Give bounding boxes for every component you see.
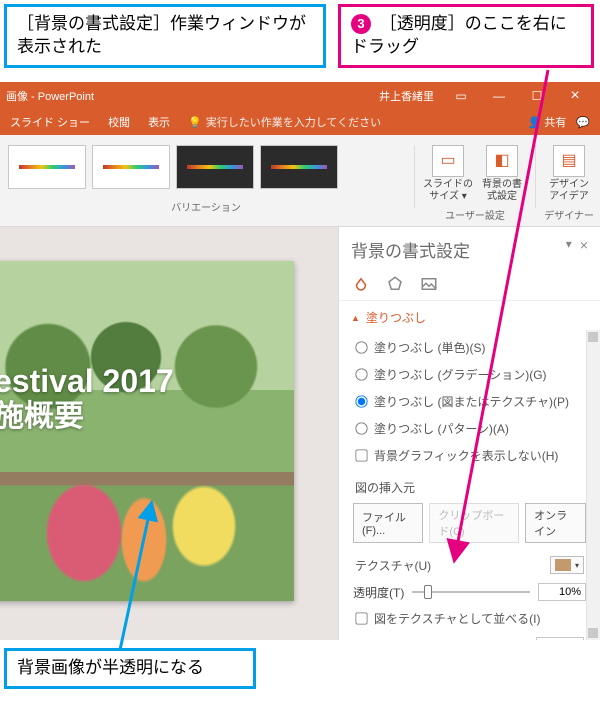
slide-size-button[interactable]: ▭ スライドの サイズ ▾ xyxy=(421,141,475,203)
design-ideas-button[interactable]: ▤ デザイン アイデア xyxy=(542,141,596,203)
minimize-button[interactable]: ― xyxy=(480,83,518,109)
slide-title[interactable]: estival 2017 施概要 xyxy=(0,363,174,434)
group-label-variations: バリエーション xyxy=(8,199,404,214)
transparency-slider[interactable] xyxy=(412,584,530,600)
powerpoint-window: 画像 - PowerPoint 井上香緒里 ▭ ― ☐ × スライド ショー 校… xyxy=(0,82,600,640)
offset-left-row: オフセット (左)(L) xyxy=(353,632,586,640)
radio-label: 塗りつぶし (単色)(S) xyxy=(374,339,485,356)
pane-close-button[interactable]: × xyxy=(580,237,588,253)
tell-me-text: 実行したい作業を入力してください xyxy=(206,114,381,130)
share-icon: 👤 xyxy=(528,117,542,129)
tab-view[interactable]: 表示 xyxy=(148,114,170,130)
tell-me[interactable]: 💡 実行したい作業を入力してください xyxy=(188,114,381,130)
transparency-row: 透明度(T) xyxy=(353,579,586,605)
slide-title-line2: 施概要 xyxy=(0,400,174,435)
slide-size-icon: ▭ xyxy=(432,145,464,177)
transparency-label: 透明度(T) xyxy=(353,584,404,601)
callout-text: 背景画像が半透明になる xyxy=(17,658,204,677)
insert-from-clipboard-button[interactable]: クリップボード(C) xyxy=(429,503,519,543)
step-number: 3 xyxy=(351,14,371,34)
window-title: 画像 - PowerPoint xyxy=(6,88,94,104)
design-ideas-label: デザイン アイデア xyxy=(542,179,596,203)
button-label: オンライン xyxy=(534,507,577,539)
button-label: ファイル(F)... xyxy=(362,509,414,537)
slide[interactable]: estival 2017 施概要 xyxy=(0,261,294,601)
variation-thumb[interactable] xyxy=(8,145,86,189)
chevron-down-icon: ▲ xyxy=(351,313,360,323)
texture-row: テクスチャ(U) ▾ xyxy=(353,551,586,579)
insert-from-file-button[interactable]: ファイル(F)... xyxy=(353,503,423,543)
user-name: 井上香緒里 xyxy=(379,88,434,104)
comment-icon: 💬 xyxy=(576,117,590,129)
effects-tab-icon[interactable] xyxy=(385,274,405,294)
share-label: 共有 xyxy=(544,117,566,129)
comments-button[interactable]: 💬 xyxy=(576,116,590,129)
pane-scrollbar[interactable] xyxy=(586,330,600,640)
separator xyxy=(414,145,415,208)
insert-online-button[interactable]: オンライン xyxy=(525,503,586,543)
checkbox-hide-bg-graphics[interactable]: 背景グラフィックを表示しない(H) xyxy=(353,442,586,469)
picture-tab-icon[interactable] xyxy=(419,274,439,294)
callout-result: 背景画像が半透明になる xyxy=(4,648,256,689)
separator xyxy=(535,145,536,208)
tab-slideshow[interactable]: スライド ショー xyxy=(10,114,90,130)
transparency-value-input[interactable] xyxy=(538,583,586,601)
scrollbar-down-button[interactable] xyxy=(588,628,598,638)
insert-from-label: 図の挿入元 xyxy=(353,469,586,500)
radio-picture-fill[interactable]: 塗りつぶし (図またはテクスチャ)(P) xyxy=(353,388,586,415)
lightbulb-icon: 💡 xyxy=(188,116,202,129)
variation-thumb[interactable] xyxy=(176,145,254,189)
scrollbar-up-button[interactable] xyxy=(588,332,598,342)
ribbon-tabs: スライド ショー 校閲 表示 💡 実行したい作業を入力してください 👤 共有 💬 xyxy=(0,109,600,135)
group-label-customize: ユーザー設定 xyxy=(445,207,505,222)
main-area: estival 2017 施概要 背景の書式設定 ▾ × xyxy=(0,227,600,640)
checkbox-label: 背景グラフィックを表示しない(H) xyxy=(374,447,558,464)
pane-menu-button[interactable]: ▾ xyxy=(566,237,572,251)
button-label: クリップボード(C) xyxy=(438,507,510,539)
format-background-label: 背景の書 式設定 xyxy=(475,179,529,203)
callout-text: ［透明度］のここを右にドラッグ xyxy=(351,14,567,56)
variation-thumb[interactable] xyxy=(92,145,170,189)
chevron-down-icon: ▾ xyxy=(575,561,579,570)
radio-solid-fill[interactable]: 塗りつぶし (単色)(S) xyxy=(353,334,586,361)
offset-left-input[interactable] xyxy=(536,637,584,640)
design-ideas-icon: ▤ xyxy=(553,145,585,177)
checkbox-label: 図をテクスチャとして並べる(I) xyxy=(374,610,541,627)
radio-pattern-fill[interactable]: 塗りつぶし (パターン)(A) xyxy=(353,415,586,442)
callout-pane-shown: ［背景の書式設定］作業ウィンドウが表示された xyxy=(4,4,326,68)
fill-section-header[interactable]: ▲ 塗りつぶし xyxy=(339,300,600,330)
texture-picker-button[interactable]: ▾ xyxy=(550,556,584,574)
radio-label: 塗りつぶし (グラデーション)(G) xyxy=(374,366,547,383)
format-background-pane: 背景の書式設定 ▾ × ▲ 塗りつぶし xyxy=(338,227,600,640)
texture-label: テクスチャ(U) xyxy=(355,557,431,574)
titlebar: 画像 - PowerPoint 井上香緒里 ▭ ― ☐ × xyxy=(0,83,600,109)
variations-group: バリエーション xyxy=(4,141,408,218)
slide-canvas[interactable]: estival 2017 施概要 xyxy=(0,227,338,640)
texture-swatch-icon xyxy=(555,559,571,571)
tab-review[interactable]: 校閲 xyxy=(108,114,130,130)
slide-title-line1: estival 2017 xyxy=(0,363,174,400)
format-background-icon: ◧ xyxy=(486,145,518,177)
slide-size-label: スライドの サイズ ▾ xyxy=(421,179,475,203)
checkbox-tile-as-texture[interactable]: 図をテクスチャとして並べる(I) xyxy=(353,605,586,632)
ribbon-display-options-button[interactable]: ▭ xyxy=(442,83,480,109)
maximize-button[interactable]: ☐ xyxy=(518,83,556,109)
pane-title: 背景の書式設定 xyxy=(351,237,470,262)
share-button[interactable]: 👤 共有 xyxy=(528,114,567,130)
callout-text: ［背景の書式設定］作業ウィンドウが表示された xyxy=(17,14,306,56)
group-label-designer: デザイナー xyxy=(544,207,594,222)
format-background-button[interactable]: ◧ 背景の書 式設定 xyxy=(475,141,529,203)
ribbon-body: バリエーション ▭ スライドの サイズ ▾ ◧ 背景の書 式設定 ユーザー設定 … xyxy=(0,135,600,227)
pane-body: 塗りつぶし (単色)(S) 塗りつぶし (グラデーション)(G) 塗りつぶし (… xyxy=(339,330,600,640)
callout-drag-transparency: 3 ［透明度］のここを右にドラッグ xyxy=(338,4,594,68)
radio-gradient-fill[interactable]: 塗りつぶし (グラデーション)(G) xyxy=(353,361,586,388)
close-button[interactable]: × xyxy=(556,83,594,109)
fill-tab-icon[interactable] xyxy=(351,274,371,294)
offset-left-label: オフセット (左)(L) xyxy=(355,638,453,641)
radio-label: 塗りつぶし (パターン)(A) xyxy=(374,420,509,437)
slider-thumb[interactable] xyxy=(424,585,432,599)
radio-label: 塗りつぶし (図またはテクスチャ)(P) xyxy=(374,393,569,410)
variation-thumb[interactable] xyxy=(260,145,338,189)
fill-section-label: 塗りつぶし xyxy=(366,309,426,326)
